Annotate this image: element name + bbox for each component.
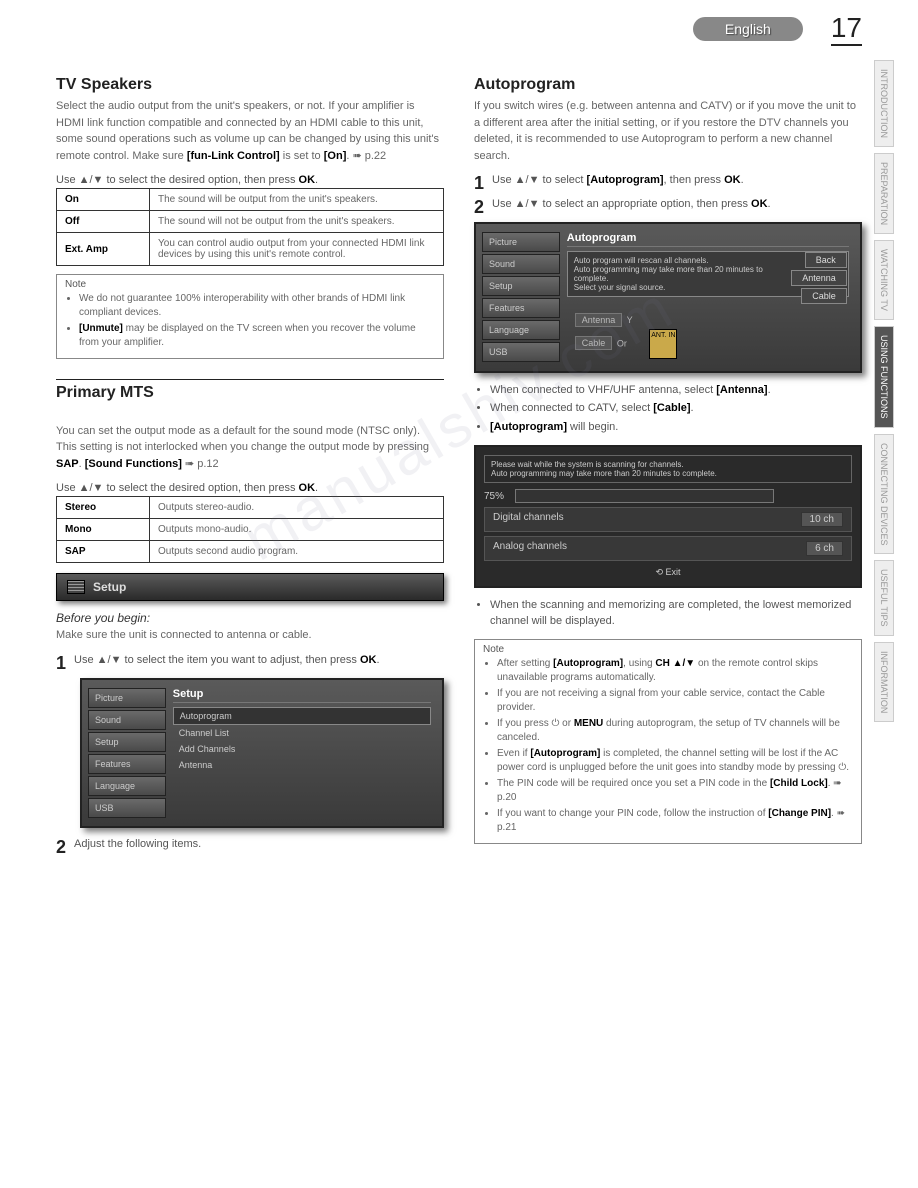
tab-information[interactable]: INFORMATION [874,642,894,722]
scan-complete-bullet: When the scanning and memorizing are com… [474,598,862,629]
setup-strip: Setup [56,573,444,601]
table-row: OffThe sound will not be output from the… [57,211,444,233]
osd-diagram: Antenna Y Cable Or ANT. IN [567,305,849,365]
list-item: Even if [Autoprogram] is completed, the … [497,747,853,775]
osd-sidebar-item: Setup [482,276,560,296]
list-item: When connected to VHF/UHF antenna, selec… [490,383,862,398]
table-row: SAPOutputs second audio program. [57,541,444,563]
list-item: After setting [Autoprogram], using CH ▲/… [497,657,853,685]
list-item: If you want to change your PIN code, fol… [497,807,853,835]
before-begin-title: Before you begin: [56,611,444,625]
osd-row: Autoprogram [173,707,431,725]
tab-introduction[interactable]: INTRODUCTION [874,60,894,147]
tab-watching-tv[interactable]: WATCHING TV [874,240,894,320]
osd-title: Autoprogram [567,232,849,247]
list-item: When the scanning and memorizing are com… [490,598,862,629]
tab-useful-tips[interactable]: USEFUL TIPS [874,560,894,636]
primary-mts-table: StereoOutputs stereo-audio. MonoOutputs … [56,496,444,563]
tv-speakers-table: OnThe sound will be output from the unit… [56,188,444,266]
right-column: Autoprogram If you switch wires (e.g. be… [474,70,862,862]
progress-percent: 75% [484,491,504,502]
table-row: Ext. AmpYou can control audio output fro… [57,233,444,266]
list-item: When connected to CATV, select [Cable]. [490,401,862,416]
list-item: [Autoprogram] will begin. [490,420,862,435]
tv-speakers-desc: Select the audio output from the unit's … [56,98,444,164]
list-item: 2Use ▲/▼ to select an appropriate option… [474,198,862,216]
left-steps: 1Use ▲/▼ to select the item you want to … [56,654,444,672]
osd-sidebar-item: Sound [482,254,560,274]
list-item: We do not guarantee 100% interoperabilit… [79,292,435,320]
heading-autoprogram: Autoprogram [474,76,862,94]
list-item: The PIN code will be required once you s… [497,777,853,805]
autoprogram-desc: If you switch wires (e.g. between antenn… [474,98,862,164]
list-item: [Unmute] may be displayed on the TV scre… [79,322,435,350]
tv-speakers-instruct: Use ▲/▼ to select the desired option, th… [56,174,444,186]
osd-sidebar-item: Language [482,320,560,340]
tv-speakers-note: Note We do not guarantee 100% interopera… [56,274,444,359]
primary-mts-instruct: Use ▲/▼ to select the desired option, th… [56,482,444,494]
language-indicator: English [693,17,803,41]
tab-preparation[interactable]: PREPARATION [874,153,894,234]
list-item: 2Adjust the following items. [56,838,444,856]
heading-primary-mts: Primary MTS [56,379,444,402]
list-item: If you are not receiving a signal from y… [497,687,853,715]
tab-connecting-devices[interactable]: CONNECTING DEVICES [874,434,894,555]
section-tabs: INTRODUCTION PREPARATION WATCHING TV USI… [874,60,900,728]
list-item: If you press ⏻ or MENU during autoprogra… [497,717,853,745]
left-column: TV Speakers Select the audio output from… [56,70,444,862]
before-begin-text: Make sure the unit is connected to anten… [56,627,444,644]
list-item: 1Use ▲/▼ to select [Autoprogram], then p… [474,174,862,192]
autoprogram-steps: 1Use ▲/▼ to select [Autoprogram], then p… [474,174,862,216]
exit-button: ⟲ Exit [484,567,852,578]
osd-row: Channel List [173,725,431,741]
progress-row: Analog channels 6 ch [484,536,852,561]
antenna-jack-icon: ANT. IN [649,329,677,359]
osd-sidebar-item: Setup [88,732,166,752]
osd-option: Cable [801,288,847,304]
osd-sidebar-item: Picture [482,232,560,252]
osd-sidebar-item: USB [482,342,560,362]
osd-option: Back [805,252,847,268]
list-item: 1Use ▲/▼ to select the item you want to … [56,654,444,672]
autoprogram-note: Note After setting [Autoprogram], using … [474,639,862,844]
osd-row: Antenna [173,757,431,773]
table-row: StereoOutputs stereo-audio. [57,497,444,519]
page-number: 17 [831,12,862,46]
osd-sidebar-item: Picture [88,688,166,708]
osd-sidebar-item: Sound [88,710,166,730]
osd-setup-screenshot: Picture Sound Setup Features Language US… [80,678,444,828]
table-row: MonoOutputs mono-audio. [57,519,444,541]
osd-row: Add Channels [173,741,431,757]
primary-mts-desc: You can set the output mode as a default… [56,406,444,472]
osd-scan-message: Please wait while the system is scanning… [484,455,852,483]
osd-sidebar-item: Features [482,298,560,318]
progress-bar [515,489,775,503]
osd-sidebar-item: Language [88,776,166,796]
osd-autoprogram-screenshot: Picture Sound Setup Features Language US… [474,222,862,373]
osd-progress-screenshot: Please wait while the system is scanning… [474,445,862,588]
osd-option: Antenna [791,270,847,286]
table-row: OnThe sound will be output from the unit… [57,189,444,211]
progress-row: Digital channels 10 ch [484,507,852,532]
tab-using-functions[interactable]: USING FUNCTIONS [874,326,894,428]
page-header: English 17 [693,12,862,46]
antenna-cable-bullets: When connected to VHF/UHF antenna, selec… [474,383,862,435]
osd-sidebar-item: Features [88,754,166,774]
setup-icon [67,580,85,594]
osd-sidebar-item: USB [88,798,166,818]
left-steps-2: 2Adjust the following items. [56,838,444,856]
osd-title: Setup [173,688,431,703]
heading-tv-speakers: TV Speakers [56,76,444,94]
